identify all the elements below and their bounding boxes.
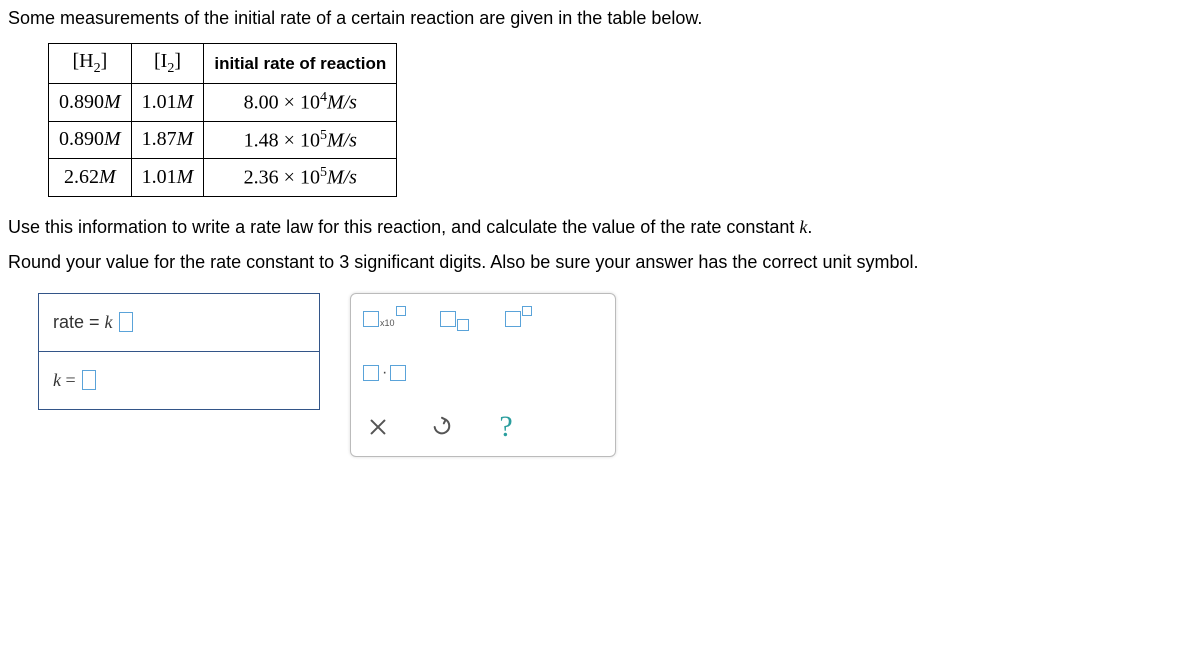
clear-button[interactable] <box>363 412 393 442</box>
rate-input-placeholder[interactable] <box>119 312 133 332</box>
cell-h2: 0.890M <box>49 84 132 122</box>
undo-button[interactable] <box>427 412 457 442</box>
cell-i2: 1.87M <box>131 121 204 159</box>
k-input-row[interactable]: k = <box>39 352 319 409</box>
multiply-button[interactable]: · <box>363 358 406 388</box>
subscript-button[interactable] <box>439 304 469 334</box>
k-input-placeholder[interactable] <box>82 370 96 390</box>
tool-panel: x10 · ? <box>350 293 616 457</box>
table-header-row: [H2] [I2] initial rate of reaction <box>49 44 397 84</box>
prompt-line-1: Some measurements of the initial rate of… <box>8 8 1192 29</box>
table-row: 0.890M 1.87M 1.48 × 105M/s <box>49 121 397 159</box>
cell-rate: 2.36 × 105M/s <box>204 159 397 197</box>
header-h2: [H2] <box>49 44 132 84</box>
cell-rate: 8.00 × 104M/s <box>204 84 397 122</box>
rate-law-input-row[interactable]: rate = k <box>39 294 319 352</box>
cell-h2: 0.890M <box>49 121 132 159</box>
answer-area: rate = k k = x10 <box>38 293 1192 457</box>
table-row: 2.62M 1.01M 2.36 × 105M/s <box>49 159 397 197</box>
prompt-line-3: Round your value for the rate constant t… <box>8 252 1192 273</box>
superscript-button[interactable] <box>503 304 533 334</box>
cell-h2: 2.62M <box>49 159 132 197</box>
header-i2: [I2] <box>131 44 204 84</box>
help-button[interactable]: ? <box>491 412 521 442</box>
cell-i2: 1.01M <box>131 159 204 197</box>
scientific-notation-button[interactable]: x10 <box>363 304 405 334</box>
header-rate: initial rate of reaction <box>204 44 397 84</box>
data-table: [H2] [I2] initial rate of reaction 0.890… <box>48 43 397 197</box>
prompt-line-2: Use this information to write a rate law… <box>8 217 1192 238</box>
answer-box-group: rate = k k = <box>38 293 320 410</box>
table-row: 0.890M 1.01M 8.00 × 104M/s <box>49 84 397 122</box>
cell-rate: 1.48 × 105M/s <box>204 121 397 159</box>
rate-label: rate = k <box>53 312 113 333</box>
cell-i2: 1.01M <box>131 84 204 122</box>
k-label: k = <box>53 370 76 391</box>
